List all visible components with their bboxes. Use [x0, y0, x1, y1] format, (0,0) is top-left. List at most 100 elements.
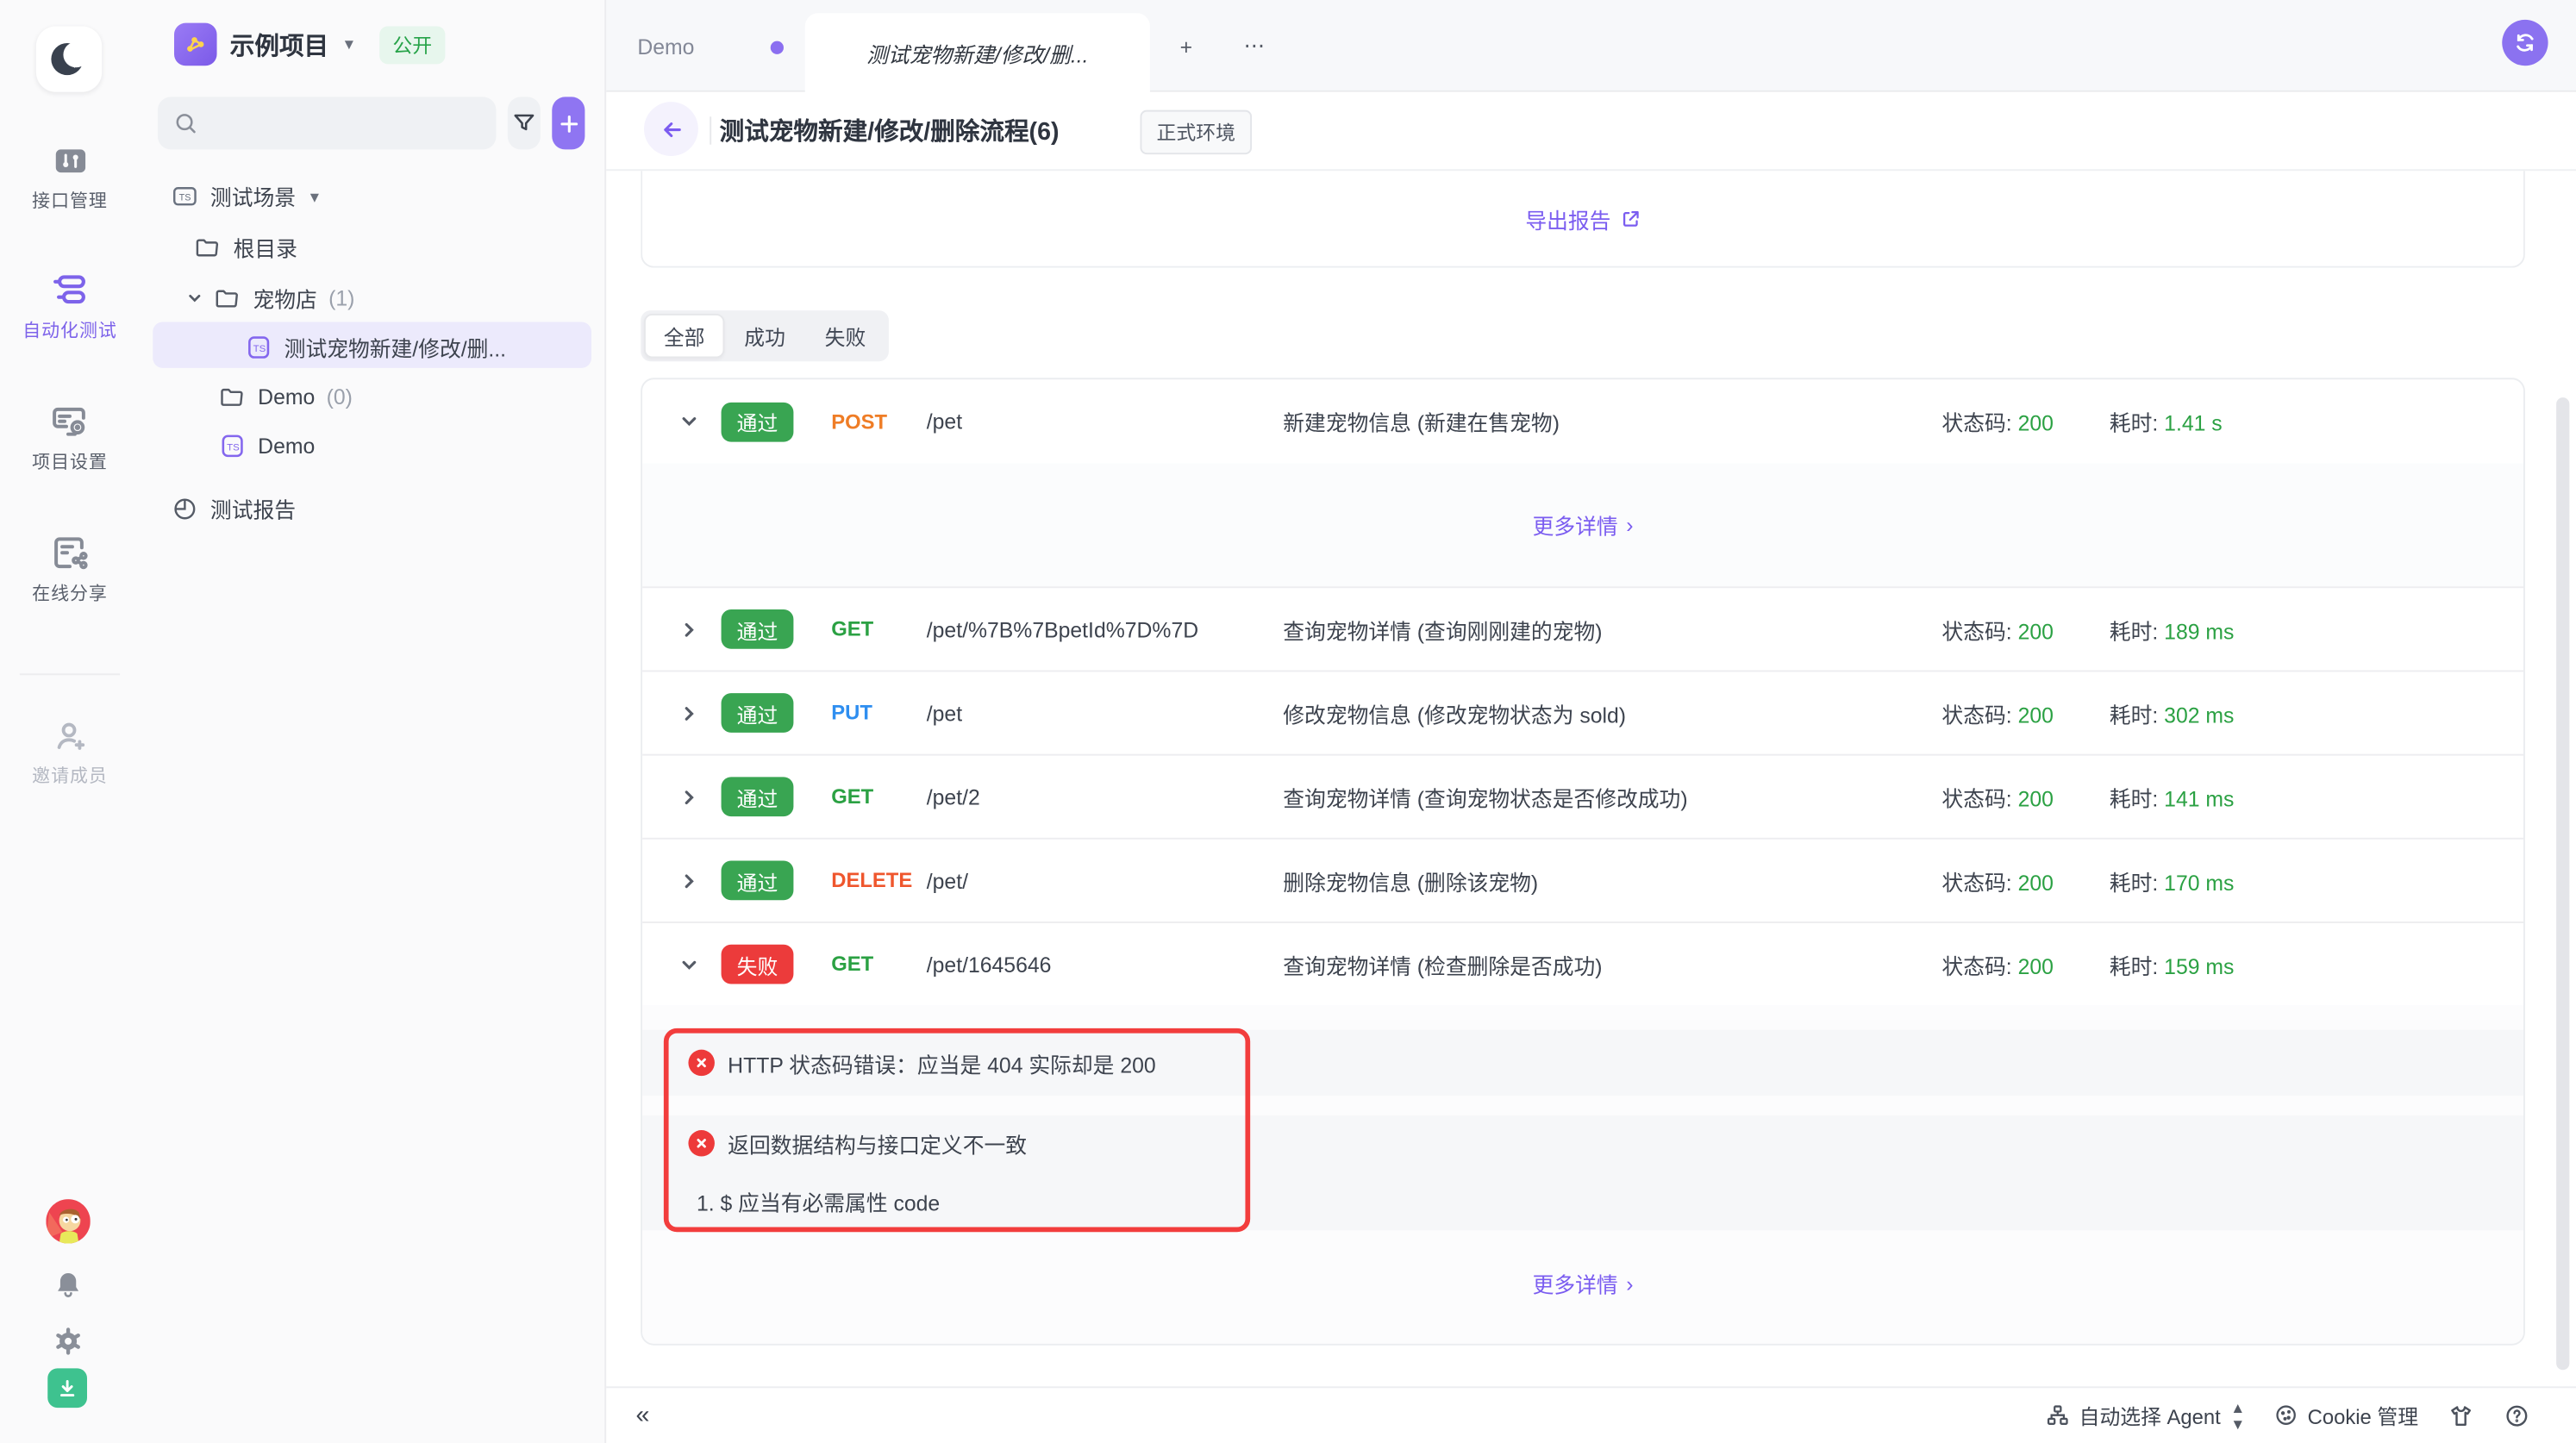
help-button[interactable]: [2504, 1402, 2529, 1428]
status-code-label: 状态码:: [1941, 953, 2011, 978]
test-scenario-file-icon: TS: [245, 334, 272, 361]
moon-logo-icon: [47, 38, 91, 81]
filter-all[interactable]: 全部: [644, 314, 724, 358]
error-line-status-code: HTTP 状态码错误：应当是 404 实际却是 200: [688, 1030, 1155, 1096]
automated-testing-icon: [49, 270, 91, 311]
status-code-label: 状态码:: [1941, 870, 2011, 895]
tree-item-root-dir[interactable]: 根目录: [194, 232, 297, 263]
folder-icon: [194, 234, 222, 261]
tree-label: 测试宠物新建/修改/删...: [284, 332, 506, 363]
rail-label: 邀请成员: [32, 762, 108, 788]
duration-label: 耗时:: [2110, 870, 2158, 895]
folder-icon: [218, 383, 246, 410]
step-row: 通过 POST /pet 新建宠物信息 (新建在售宠物) 状态码: 200 耗时…: [642, 379, 2523, 586]
tab-active-scenario[interactable]: 测试宠物新建/修改/删...: [805, 13, 1150, 93]
status-code-value: 200: [2018, 786, 2054, 811]
agent-selector[interactable]: 自动选择 Agent ▲▼: [2045, 1399, 2244, 1432]
tree-label: Demo: [258, 384, 315, 409]
report-summary-card: 导出报告: [641, 171, 2525, 267]
request-description: 查询宠物详情 (查询宠物状态是否修改成功): [1283, 781, 1941, 812]
request-description: 修改宠物信息 (修改宠物状态为 sold): [1283, 697, 1941, 728]
invite-members-button[interactable]: 邀请成员: [0, 716, 140, 789]
sidebar-item-project-settings[interactable]: 项目设置: [0, 401, 140, 475]
tree-item-demo-scenario[interactable]: TS Demo: [218, 432, 315, 459]
step-row-header[interactable]: 通过 POST /pet 新建宠物信息 (新建在售宠物) 状态码: 200 耗时…: [642, 379, 2523, 463]
step-row-header[interactable]: 通过 PUT /pet 修改宠物信息 (修改宠物状态为 sold) 状态码: 2…: [642, 670, 2523, 753]
status-code-label: 状态码:: [1941, 410, 2011, 435]
theme-button[interactable]: [2448, 1402, 2473, 1428]
more-details-link[interactable]: 更多详情 ›: [1533, 1267, 1634, 1298]
rail-divider: [20, 673, 120, 675]
tree-item-selected-scenario-content[interactable]: TS 测试宠物新建/修改/删...: [245, 332, 506, 363]
page-title: 测试宠物新建/修改/删除流程(6): [720, 113, 1060, 147]
step-expanded-detail: 更多详情 ›: [642, 463, 2523, 586]
sync-button[interactable]: [2502, 20, 2548, 66]
project-switcher[interactable]: 示例项目 ▼ 公开: [174, 23, 445, 66]
sidebar-item-online-share[interactable]: 在线分享: [0, 532, 140, 606]
tree-item-demo-folder[interactable]: Demo (0): [218, 383, 352, 410]
chevron-down-icon[interactable]: [185, 290, 202, 305]
svg-text:TS: TS: [179, 192, 191, 203]
status-badge: 失败: [722, 945, 794, 984]
http-method: DELETE: [831, 869, 927, 892]
rail-label: 项目设置: [32, 448, 108, 474]
tree-count: (0): [327, 384, 353, 409]
request-description: 查询宠物详情 (查询刚刚建的宠物): [1283, 614, 1941, 645]
sidebar-item-automated-testing[interactable]: 自动化测试: [0, 270, 140, 344]
duration-label: 耗时:: [2110, 703, 2158, 728]
request-path: /pet/: [927, 868, 1284, 893]
environment-badge[interactable]: 正式环境: [1140, 110, 1252, 154]
filter-failed[interactable]: 失败: [805, 314, 885, 358]
filter-button[interactable]: [508, 97, 541, 149]
step-row: 通过 PUT /pet 修改宠物信息 (修改宠物状态为 sold) 状态码: 2…: [642, 670, 2523, 753]
error-icon: [688, 1050, 714, 1076]
request-path: /pet: [927, 409, 1284, 434]
chevron-right-icon[interactable]: [675, 871, 701, 890]
step-row: 通过 GET /pet/%7B%7BpetId%7D%7D 查询宠物详情 (查询…: [642, 586, 2523, 670]
collapse-sidebar-button[interactable]: «: [635, 1402, 649, 1429]
vertical-scrollbar[interactable]: [2556, 397, 2569, 1370]
export-report-link[interactable]: 导出报告: [1525, 203, 1640, 234]
chevron-right-icon[interactable]: [675, 788, 701, 806]
back-button[interactable]: [644, 102, 698, 156]
chevron-down-icon[interactable]: [675, 412, 701, 430]
download-client-button[interactable]: [47, 1367, 87, 1407]
chevron-down-icon[interactable]: [675, 955, 701, 973]
new-tab-button[interactable]: +: [1168, 28, 1204, 64]
filter-success[interactable]: 成功: [724, 314, 804, 358]
step-row: 通过 GET /pet/2 查询宠物详情 (查询宠物状态是否修改成功) 状态码:…: [642, 754, 2523, 838]
settings-button[interactable]: [51, 1323, 85, 1358]
step-row-header[interactable]: 通过 GET /pet/%7B%7BpetId%7D%7D 查询宠物详情 (查询…: [642, 586, 2523, 670]
question-icon: [2504, 1402, 2529, 1428]
tab-more-button[interactable]: ⋯: [1237, 28, 1273, 64]
tree-label: 测试场景: [210, 181, 296, 212]
notifications-button[interactable]: [51, 1267, 85, 1302]
sitemap-icon: [2045, 1403, 2070, 1428]
chevron-right-icon[interactable]: [675, 620, 701, 638]
step-row-header[interactable]: 通过 DELETE /pet/ 删除宠物信息 (删除该宠物) 状态码: 200 …: [642, 838, 2523, 921]
tree-root-test-scenarios[interactable]: TS 测试场景 ▼: [171, 181, 322, 212]
online-share-icon: [49, 532, 91, 573]
tree-item-test-reports[interactable]: 测试报告: [171, 493, 296, 524]
tab-label: Demo: [637, 34, 694, 59]
user-avatar[interactable]: [46, 1198, 90, 1242]
test-scenario-folder-icon: TS: [171, 183, 198, 210]
project-settings-icon: [49, 401, 91, 442]
tree-item-pet-store[interactable]: 宠物店 (1): [185, 283, 354, 314]
more-details-link[interactable]: 更多详情 ›: [1533, 509, 1634, 540]
cookie-icon: [2273, 1403, 2298, 1428]
search-input[interactable]: [158, 97, 497, 149]
tree-label: 根目录: [234, 232, 297, 263]
sidebar-item-api-management[interactable]: 接口管理: [0, 141, 140, 214]
cookie-manager-button[interactable]: Cookie 管理: [2273, 1400, 2418, 1431]
tab-demo[interactable]: Demo: [637, 0, 694, 92]
plus-icon: [556, 111, 581, 136]
tab-label: 测试宠物新建/修改/删...: [866, 38, 1088, 69]
left-rail: 接口管理 自动化测试 项目设置: [0, 0, 140, 1443]
add-button[interactable]: [552, 97, 585, 149]
step-row-header[interactable]: 失败 GET /pet/1645646 查询宠物详情 (检查删除是否成功) 状态…: [642, 921, 2523, 1005]
app-logo[interactable]: [36, 26, 102, 91]
step-row-header[interactable]: 通过 GET /pet/2 查询宠物详情 (查询宠物状态是否修改成功) 状态码:…: [642, 754, 2523, 838]
chevron-right-icon[interactable]: [675, 704, 701, 722]
visibility-badge: 公开: [379, 26, 445, 64]
